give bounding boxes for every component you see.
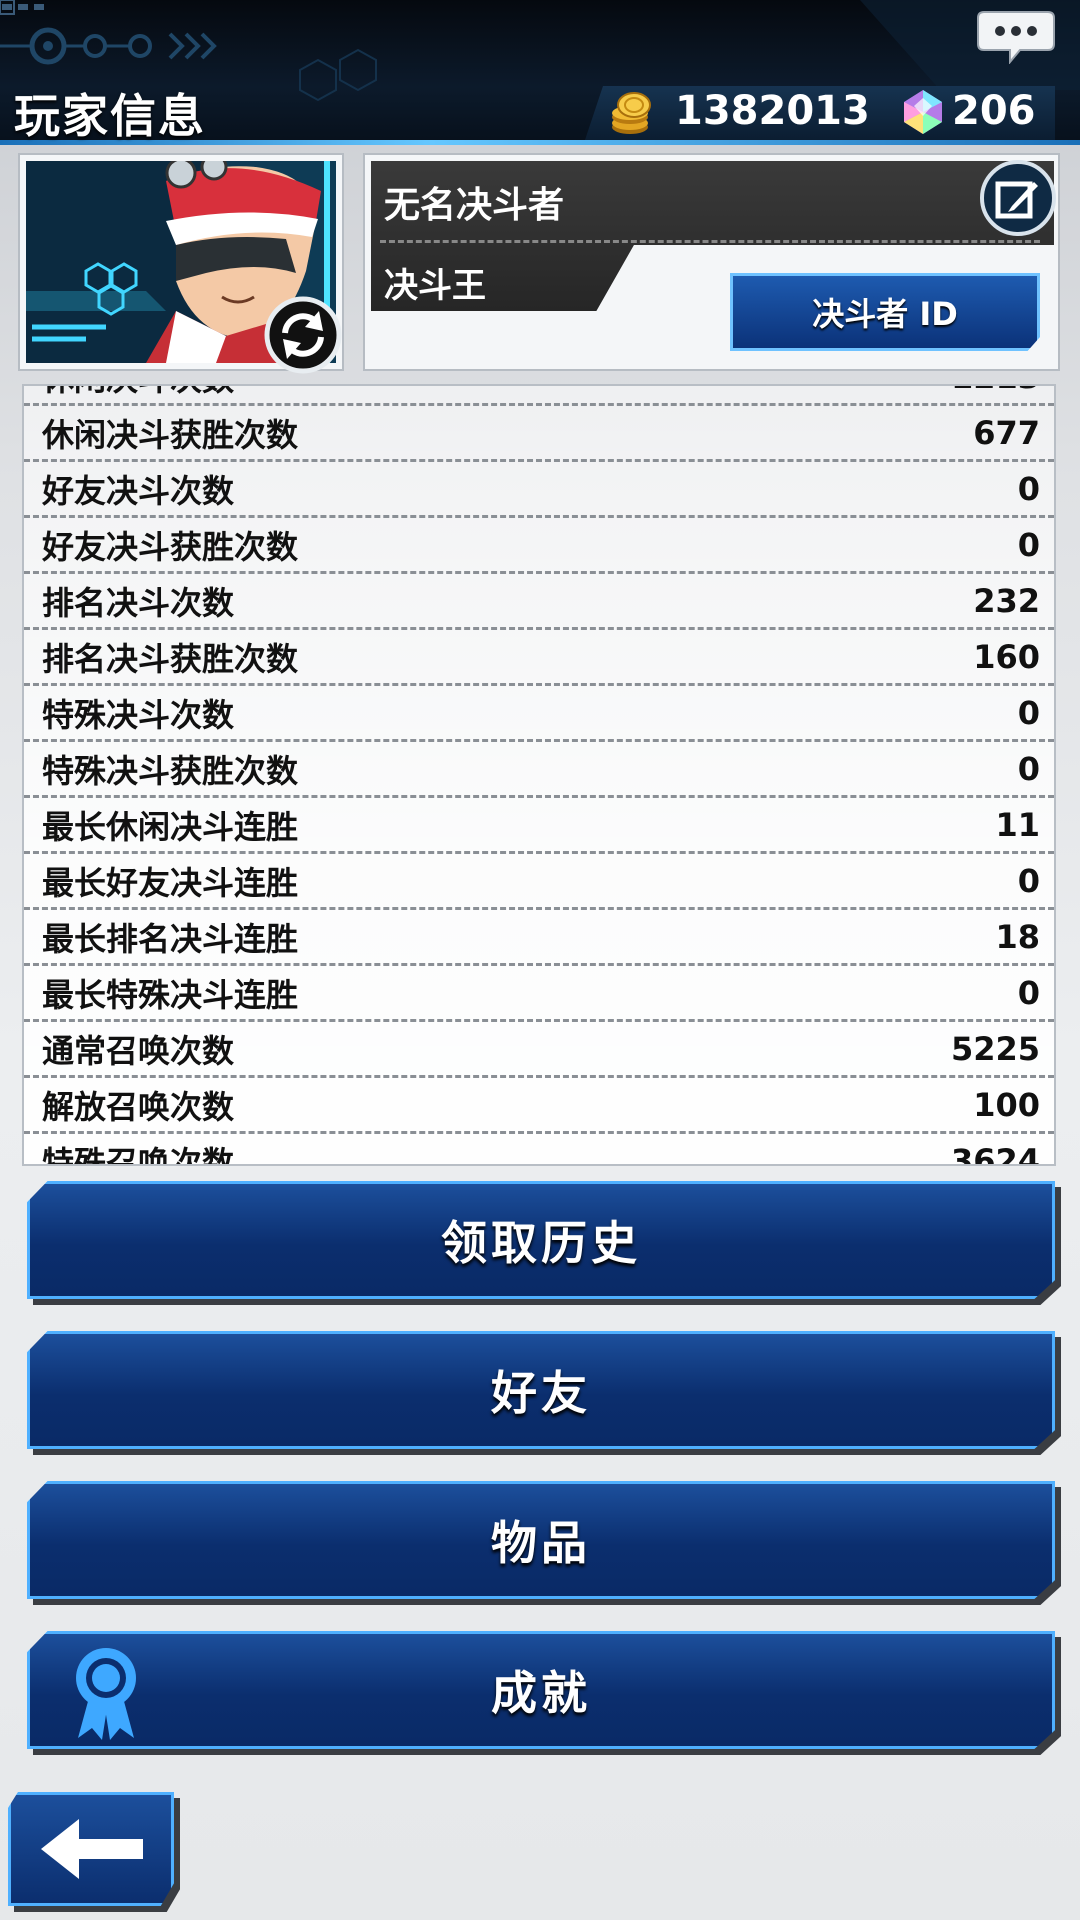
stat-row: 最长好友决斗连胜 0 [24,854,1054,910]
chat-icon[interactable] [976,8,1056,64]
stat-row: 最长排名决斗连胜 18 [24,910,1054,966]
stat-value: 0 [1017,469,1040,508]
stat-value: 677 [973,413,1040,452]
achievements-button[interactable]: 成就 [27,1631,1055,1749]
stats-panel[interactable]: 休闲决斗次数 1213 休闲决斗获胜次数 677 好友决斗次数 0 好友决斗获胜次数 0 排名决… [22,384,1056,1166]
stat-value: 0 [1017,525,1040,564]
stat-value: 100 [973,1085,1040,1124]
stat-label: 最长休闲决斗连胜 [42,807,299,846]
stat-value: 0 [1017,693,1040,732]
stat-row: 排名决斗次数 232 [24,574,1054,630]
stat-label: 排名决斗获胜次数 [42,639,299,678]
stat-row: 特殊决斗次数 0 [24,686,1054,742]
stat-label: 解放召唤次数 [42,1087,235,1126]
stat-row: 最长特殊决斗连胜 0 [24,966,1054,1022]
stat-value: 0 [1017,749,1040,788]
stat-row: 排名决斗获胜次数 160 [24,630,1054,686]
player-title: 决斗王 [384,266,486,306]
gold-coin-icon [612,92,651,134]
stat-value: 0 [1017,861,1040,900]
stat-row: 休闲决斗次数 1213 [24,386,1054,406]
stat-label: 排名决斗次数 [42,583,235,622]
name-divider [380,240,1040,243]
stat-label: 最长排名决斗连胜 [42,919,299,958]
stat-label: 特殊召唤次数 [42,1143,235,1166]
edit-name-icon[interactable] [978,158,1058,238]
stat-value: 3624 [950,1141,1040,1166]
stat-label: 休闲决斗获胜次数 [42,415,299,454]
achievement-ribbon-icon [76,1648,136,1740]
back-arrow-icon [41,1819,143,1879]
change-avatar-icon[interactable] [263,295,343,375]
stat-label: 通常召唤次数 [42,1031,235,1070]
claim-history-button[interactable]: 领取历史 [27,1181,1055,1299]
stat-row: 好友决斗次数 0 [24,462,1054,518]
stat-row: 解放召唤次数 100 [24,1078,1054,1134]
gold-amount: 1382013 [675,88,870,134]
friends-button[interactable]: 好友 [27,1331,1055,1449]
stat-value: 160 [973,637,1040,676]
back-button[interactable] [8,1792,174,1906]
stat-value: 232 [973,581,1040,620]
stat-value: 1213 [951,386,1040,396]
stat-label: 特殊决斗次数 [42,695,235,734]
stats-list: 休闲决斗次数 1213 休闲决斗获胜次数 677 好友决斗次数 0 好友决斗获胜次数 0 排名决… [24,386,1054,1166]
player-name: 无名决斗者 [384,185,565,226]
gem-icon [904,90,942,134]
stat-label: 休闲决斗次数 [42,386,234,400]
duelist-id-button[interactable]: 决斗者 ID [730,273,1040,351]
stat-label: 特殊决斗获胜次数 [42,751,299,790]
stat-row: 特殊决斗获胜次数 0 [24,742,1054,798]
stat-label: 最长好友决斗连胜 [42,863,299,902]
stat-value: 0 [1017,973,1040,1012]
stat-row: 通常召唤次数 5225 [24,1022,1054,1078]
stat-label: 好友决斗次数 [42,471,235,510]
stat-value: 5225 [950,1029,1040,1068]
items-button[interactable]: 物品 [27,1481,1055,1599]
stat-row: 好友决斗获胜次数 0 [24,518,1054,574]
stat-row: 特殊召唤次数 3624 [24,1134,1054,1166]
stat-label: 好友决斗获胜次数 [42,527,299,566]
stat-label: 最长特殊决斗连胜 [42,975,299,1014]
stat-value: 18 [995,917,1040,956]
stat-row: 最长休闲决斗连胜 11 [24,798,1054,854]
gem-amount: 206 [952,88,1036,134]
page-title: 玩家信息 [14,89,206,143]
stat-value: 11 [995,805,1040,844]
stat-row: 休闲决斗获胜次数 677 [24,406,1054,462]
